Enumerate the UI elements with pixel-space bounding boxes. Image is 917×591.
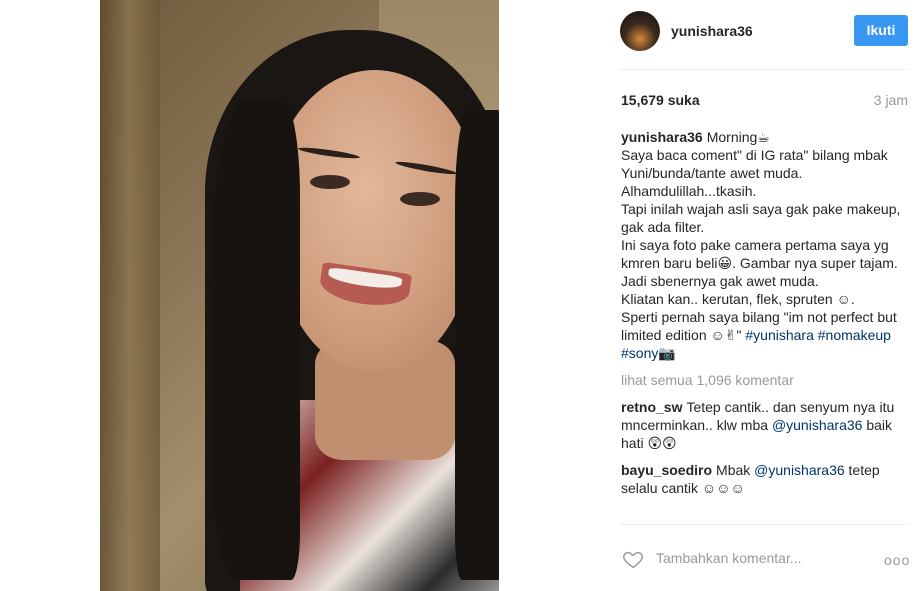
caption: yunishara36 Morning☕ Saya baca coment" di… bbox=[621, 128, 911, 362]
add-comment-input[interactable]: Tambahkan komentar... bbox=[656, 550, 802, 566]
comments-section: yunishara36 Morning☕ Saya baca coment" di… bbox=[621, 128, 911, 524]
header-username[interactable]: yunishara36 bbox=[671, 23, 753, 39]
comment-mention[interactable]: @yunishara36 bbox=[754, 462, 845, 478]
comment: bayu_soediro Mbak @yunishara36 tetep sela… bbox=[621, 461, 911, 497]
caption-username[interactable]: yunishara36 bbox=[621, 129, 703, 145]
footer-divider bbox=[620, 524, 909, 525]
post-time[interactable]: 3 jam bbox=[874, 92, 908, 108]
photo-eye-right bbox=[400, 192, 440, 206]
caption-line: Kliatan kan.. kerutan, flek, spruten ☺. bbox=[621, 291, 855, 307]
caption-line: Ini saya foto pake camera pertama saya y… bbox=[621, 237, 898, 271]
comment-mention[interactable]: @yunishara36 bbox=[772, 417, 863, 433]
view-all-comments-link[interactable]: lihat semua 1,096 komentar bbox=[621, 371, 911, 389]
photo-face bbox=[270, 70, 480, 370]
post-header: yunishara36 Ikuti bbox=[620, 10, 910, 54]
photo-eye-left bbox=[310, 175, 350, 189]
caption-line: Saya baca coment" di IG rata" bilang mba… bbox=[621, 147, 888, 181]
heart-icon[interactable] bbox=[622, 548, 644, 570]
like-count[interactable]: 15,679 suka bbox=[621, 92, 700, 108]
comment-username[interactable]: bayu_soediro bbox=[621, 462, 712, 478]
more-options-icon[interactable]: ooo bbox=[884, 552, 910, 568]
hashtag-link[interactable]: #sony📷 bbox=[621, 345, 676, 361]
comment: retno_sw Tetep cantik.. dan senyum nya it… bbox=[621, 398, 911, 452]
caption-line: Jadi sbenernya gak awet muda. bbox=[621, 273, 819, 289]
post-photo[interactable] bbox=[100, 0, 499, 591]
header-divider bbox=[620, 69, 909, 70]
photo-hair-front-right bbox=[455, 110, 499, 580]
photo-background-frame bbox=[100, 0, 160, 591]
comment-text: Mbak bbox=[716, 462, 751, 478]
caption-line: Alhamdulillah...tkasih. bbox=[621, 183, 757, 199]
avatar[interactable] bbox=[620, 11, 660, 51]
comment-username[interactable]: retno_sw bbox=[621, 399, 682, 415]
caption-line: Morning☕ bbox=[706, 129, 770, 145]
caption-line: Tapi inilah wajah asli saya gak pake mak… bbox=[621, 201, 901, 235]
photo-hair-front-left bbox=[210, 100, 300, 580]
follow-button[interactable]: Ikuti bbox=[854, 15, 908, 46]
hashtag-link[interactable]: #nomakeup bbox=[818, 327, 891, 343]
hashtag-link[interactable]: #yunishara bbox=[745, 327, 814, 343]
